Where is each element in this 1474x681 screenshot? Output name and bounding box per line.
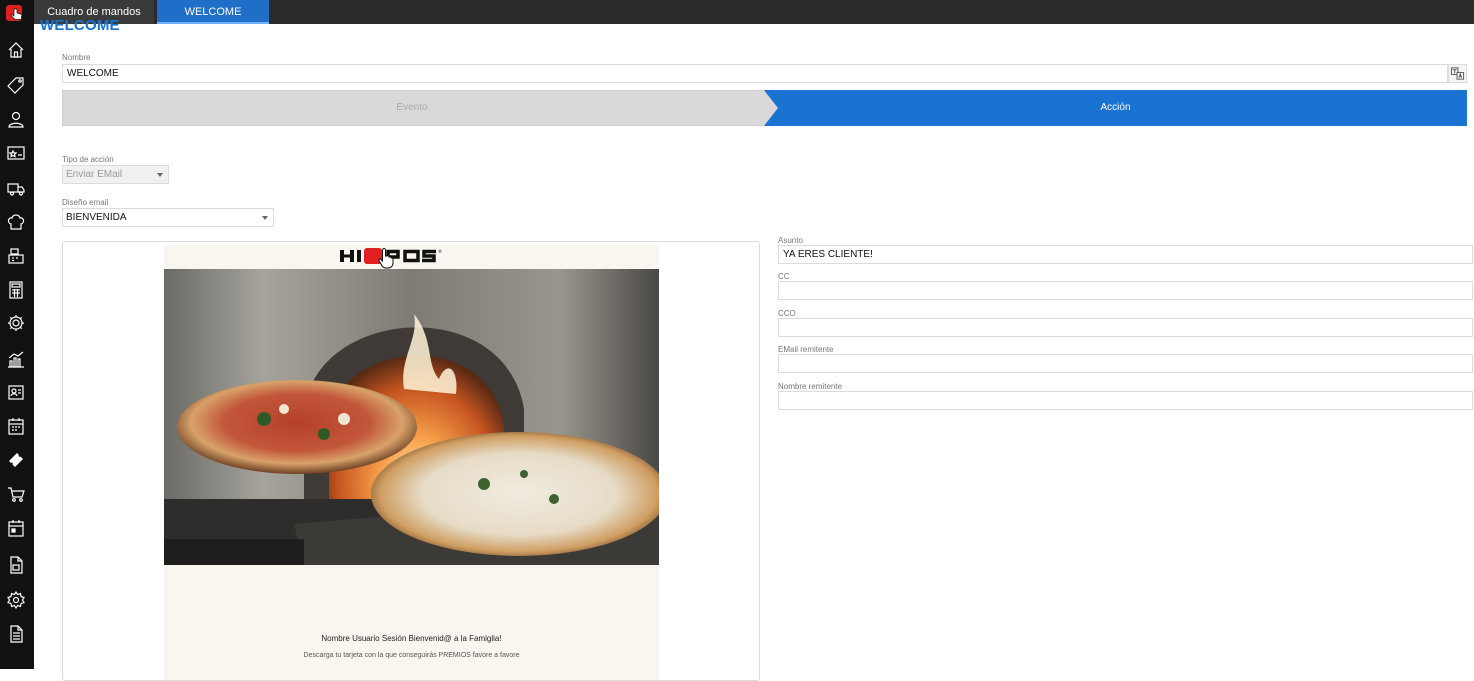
calendar-icon[interactable] (6, 416, 26, 436)
nombre-label: Nombre (62, 53, 91, 62)
nombre-remitente-label: Nombre remitente (778, 382, 843, 391)
tag-icon[interactable] (6, 75, 26, 95)
email-remitente-label: EMail remitente (778, 345, 834, 354)
nombre-field[interactable]: WELCOME (62, 64, 1448, 83)
customers-icon[interactable] (6, 109, 26, 129)
step-accion[interactable]: Acción (764, 90, 1467, 126)
sales-chart-icon[interactable] (6, 349, 26, 369)
cart-icon[interactable] (6, 484, 26, 504)
cco-label: CCO (778, 309, 796, 318)
email-download-text: Descarga tu tarjeta con la que conseguir… (303, 652, 520, 659)
cash-register-icon[interactable] (6, 246, 26, 266)
cco-field[interactable] (778, 318, 1473, 337)
cc-label: CC (778, 272, 790, 281)
ticket-icon[interactable] (6, 450, 26, 470)
hand-cursor-icon (378, 247, 394, 269)
tab-welcome[interactable]: WELCOME (157, 0, 269, 24)
diseno-email-select[interactable]: BIENVENIDA (62, 208, 274, 227)
email-preview-panel: ® Nombre Usuario Sesión Bienvenid@ a la … (62, 241, 760, 681)
chevron-down-icon (262, 216, 268, 220)
svg-text:®: ® (438, 249, 442, 254)
cc-field[interactable] (778, 281, 1473, 300)
email-welcome-text: Nombre Usuario Sesión Bienvenid@ a la Fa… (321, 634, 502, 643)
translate-icon (1450, 67, 1465, 80)
home-icon[interactable] (6, 40, 26, 60)
translate-button[interactable] (1448, 64, 1467, 83)
email-template: ® Nombre Usuario Sesión Bienvenid@ a la … (164, 245, 659, 680)
nombre-remitente-field[interactable] (778, 391, 1473, 410)
asunto-field[interactable]: YA ERES CLIENTE! (778, 245, 1473, 264)
diseno-email-label: Diseño email (62, 198, 109, 207)
calculator-icon[interactable] (6, 280, 26, 300)
chef-hat-icon[interactable] (6, 212, 26, 232)
report-icon[interactable] (6, 555, 26, 575)
chevron-down-icon (157, 173, 163, 177)
page-title: WELCOME (40, 18, 120, 34)
sidebar (0, 0, 34, 669)
step-evento-label: Evento (396, 102, 428, 113)
loyalty-card-icon[interactable] (6, 143, 26, 163)
diseno-email-value: BIENVENIDA (66, 212, 127, 223)
pizza-oven-photo (164, 269, 659, 565)
email-remitente-field[interactable] (778, 354, 1473, 373)
tipo-accion-select: Enviar EMail (62, 165, 169, 184)
agenda-icon[interactable] (6, 518, 26, 538)
delivery-truck-icon[interactable] (6, 178, 26, 198)
tipo-accion-value: Enviar EMail (66, 169, 123, 180)
step-accion-label: Acción (1100, 102, 1131, 113)
asunto-label: Asunto (778, 236, 803, 245)
settings-cog-icon[interactable] (6, 313, 26, 333)
config-gear-icon[interactable] (6, 590, 26, 610)
employee-badge-icon[interactable] (6, 382, 26, 402)
step-evento[interactable]: Evento (62, 90, 778, 126)
app-logo-icon[interactable] (5, 3, 27, 23)
tab-bar: Cuadro de mandos WELCOME (34, 0, 1474, 24)
document-icon[interactable] (6, 624, 26, 644)
hiopos-logo: ® (340, 248, 442, 264)
tipo-accion-label: Tipo de acción (62, 155, 114, 164)
